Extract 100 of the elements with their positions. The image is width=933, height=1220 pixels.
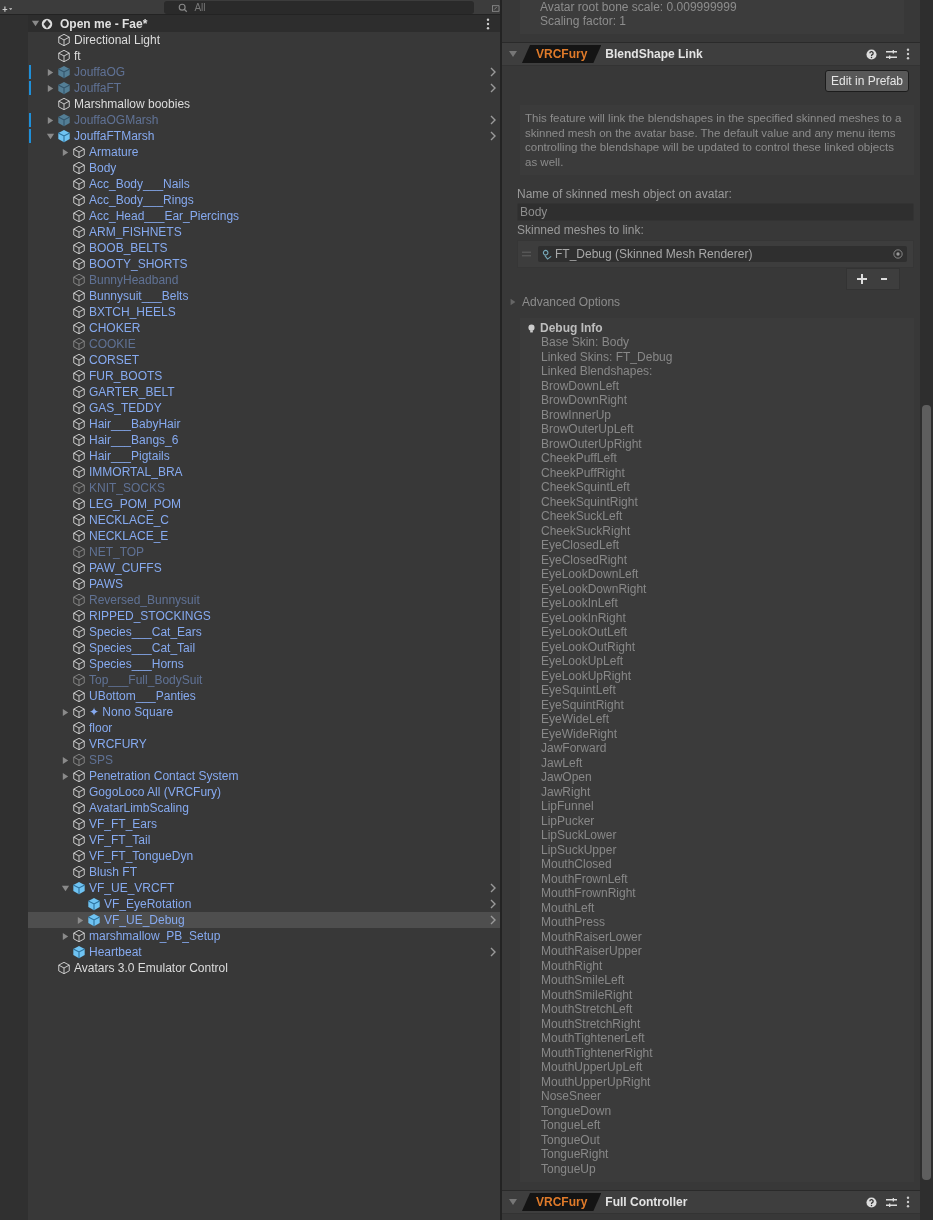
cube-icon <box>72 657 86 671</box>
expand-arrow-icon[interactable] <box>76 915 85 925</box>
hierarchy-item[interactable]: Avatars 3.0 Emulator Control <box>74 961 228 975</box>
hierarchy-item[interactable]: IMMORTAL_BRA <box>89 465 183 479</box>
expand-arrow-icon[interactable] <box>46 131 55 141</box>
cube-icon <box>72 689 86 703</box>
debug-line: EyeWideRight <box>540 726 619 741</box>
hierarchy-item[interactable]: VF_FT_Tail <box>89 833 151 847</box>
debug-line: TongueOut <box>540 1132 601 1147</box>
hierarchy-item[interactable]: VF_EyeRotation <box>104 897 192 911</box>
hierarchy-item[interactable]: floor <box>89 721 113 735</box>
hierarchy-item[interactable]: Body <box>89 161 117 175</box>
text-field[interactable]: Body <box>517 203 914 221</box>
hierarchy-item[interactable]: VF_FT_TongueDyn <box>89 849 194 863</box>
expand-arrow-icon[interactable] <box>61 771 70 781</box>
hierarchy-item[interactable]: CHOKER <box>89 321 141 335</box>
cube-icon <box>57 49 71 63</box>
hierarchy-item[interactable]: Penetration Contact System <box>89 769 239 783</box>
prefab-cube-icon <box>57 113 71 127</box>
hierarchy-item[interactable]: GogoLoco All (VRCFury) <box>89 785 222 799</box>
hierarchy-item[interactable]: Acc_Body___Rings <box>89 193 194 207</box>
hierarchy-item[interactable]: UBottom___Panties <box>89 689 196 703</box>
expand-arrow-icon[interactable] <box>46 67 55 77</box>
search-field[interactable]: All <box>164 1 475 14</box>
add-icon[interactable] <box>857 274 867 284</box>
drag-handle-icon[interactable] <box>522 251 531 257</box>
cube-icon <box>72 465 86 479</box>
hierarchy-item[interactable]: Species___Cat_Ears <box>89 625 202 639</box>
hierarchy-item[interactable]: LEG_POM_POM <box>89 497 182 511</box>
hierarchy-item[interactable]: Hair___Bangs_6 <box>89 433 179 447</box>
hierarchy-item[interactable]: GAS_TEDDY <box>89 401 162 415</box>
hierarchy-item[interactable]: VF_UE_VRCFT <box>89 881 175 895</box>
settings-sliders-icon[interactable] <box>886 48 897 60</box>
expand-arrow-icon[interactable] <box>61 883 70 893</box>
debug-line: TongueRight <box>540 1147 610 1162</box>
hierarchy-item[interactable]: NECKLACE_C <box>89 513 170 527</box>
hierarchy-item[interactable]: Heartbeat <box>89 945 142 959</box>
component-header[interactable]: VRCFury BlendShape Link <box>502 42 920 66</box>
hierarchy-item[interactable]: NECKLACE_E <box>89 529 169 543</box>
window-icon[interactable] <box>492 3 500 14</box>
hierarchy-item[interactable]: ft <box>74 49 81 63</box>
hierarchy-item[interactable]: ✦ Nono Square <box>89 705 174 719</box>
hierarchy-item[interactable]: JouffaFTMarsh <box>74 129 155 143</box>
object-field[interactable]: FT_Debug (Skinned Mesh Renderer) <box>538 246 907 262</box>
hierarchy-item[interactable]: Blush FT <box>89 865 137 879</box>
hierarchy-item[interactable]: PAWS <box>89 577 123 591</box>
debug-line: MouthFrownLeft <box>540 871 629 886</box>
expand-arrow-icon[interactable] <box>508 49 518 59</box>
hierarchy-item[interactable]: FUR_BOOTS <box>89 369 163 383</box>
hierarchy-item[interactable]: Acc_Head___Ear_Piercings <box>89 209 240 223</box>
component-header[interactable]: VRCFury Full Controller <box>502 1190 920 1214</box>
expand-arrow-icon[interactable] <box>61 931 70 941</box>
expand-arrow-icon[interactable] <box>46 115 55 125</box>
hierarchy-item[interactable]: BXTCH_HEELS <box>89 305 176 319</box>
hierarchy-item[interactable]: Directional Light <box>74 33 161 47</box>
expand-arrow-icon[interactable] <box>61 147 70 157</box>
cube-icon <box>72 673 86 687</box>
hierarchy-item[interactable]: RIPPED_STOCKINGS <box>89 609 211 623</box>
debug-line: EyeLookUpRight <box>540 668 633 683</box>
edit-in-prefab-button[interactable]: Edit in Prefab <box>824 70 909 92</box>
more-options-icon[interactable] <box>906 48 910 60</box>
hierarchy-item[interactable]: GARTER_BELT <box>89 385 175 399</box>
hierarchy-item[interactable]: CORSET <box>89 353 139 367</box>
hierarchy-item[interactable]: marshmallow_PB_Setup <box>89 929 221 943</box>
expand-arrow-icon[interactable] <box>61 707 70 717</box>
hierarchy-item[interactable]: VF_UE_Debug <box>104 913 185 927</box>
target-icon[interactable] <box>893 249 903 259</box>
hierarchy-item[interactable]: VF_FT_Ears <box>89 817 157 831</box>
help-icon[interactable] <box>866 1196 877 1208</box>
hierarchy-item[interactable]: VRCFURY <box>89 737 147 751</box>
hierarchy-item[interactable]: ARM_FISHNETS <box>89 225 182 239</box>
hierarchy-item[interactable]: Species___Horns <box>89 657 184 671</box>
hierarchy-item[interactable]: BOOTY_SHORTS <box>89 257 188 271</box>
hierarchy-item[interactable]: PAW_CUFFS <box>89 561 162 575</box>
cube-icon <box>72 545 86 559</box>
chevron-right-icon[interactable] <box>490 947 496 957</box>
scrollbar[interactable] <box>920 0 933 1220</box>
expand-arrow-icon[interactable] <box>31 19 40 28</box>
hierarchy-item[interactable]: Armature <box>89 145 139 159</box>
cube-icon <box>72 273 86 287</box>
hierarchy-item[interactable]: Acc_Body___Nails <box>89 177 190 191</box>
hierarchy-item[interactable]: Marshmallow boobies <box>74 97 191 111</box>
cube-icon <box>72 497 86 511</box>
expand-arrow-icon[interactable] <box>508 1197 518 1207</box>
hierarchy-item[interactable]: Species___Cat_Tail <box>89 641 196 655</box>
settings-sliders-icon[interactable] <box>886 1196 897 1208</box>
expand-arrow-icon[interactable] <box>46 83 55 93</box>
expand-arrow-icon[interactable] <box>61 755 70 765</box>
hierarchy-item[interactable]: Bunnysuit___Belts <box>89 289 189 303</box>
debug-line: BrowInnerUp <box>540 407 613 422</box>
help-icon[interactable] <box>866 48 877 60</box>
foldout-label[interactable]: Advanced Options <box>522 295 621 309</box>
hierarchy-item[interactable]: AvatarLimbScaling <box>89 801 189 815</box>
add-icon[interactable] <box>2 5 13 14</box>
more-options-icon[interactable] <box>906 1196 910 1208</box>
cube-icon <box>57 97 71 111</box>
hierarchy-item[interactable]: Hair___BabyHair <box>89 417 181 431</box>
hierarchy-item[interactable]: Hair___Pigtails <box>89 449 170 463</box>
hierarchy-item[interactable]: BOOB_BELTS <box>89 241 168 255</box>
more-options-icon[interactable] <box>486 17 490 30</box>
